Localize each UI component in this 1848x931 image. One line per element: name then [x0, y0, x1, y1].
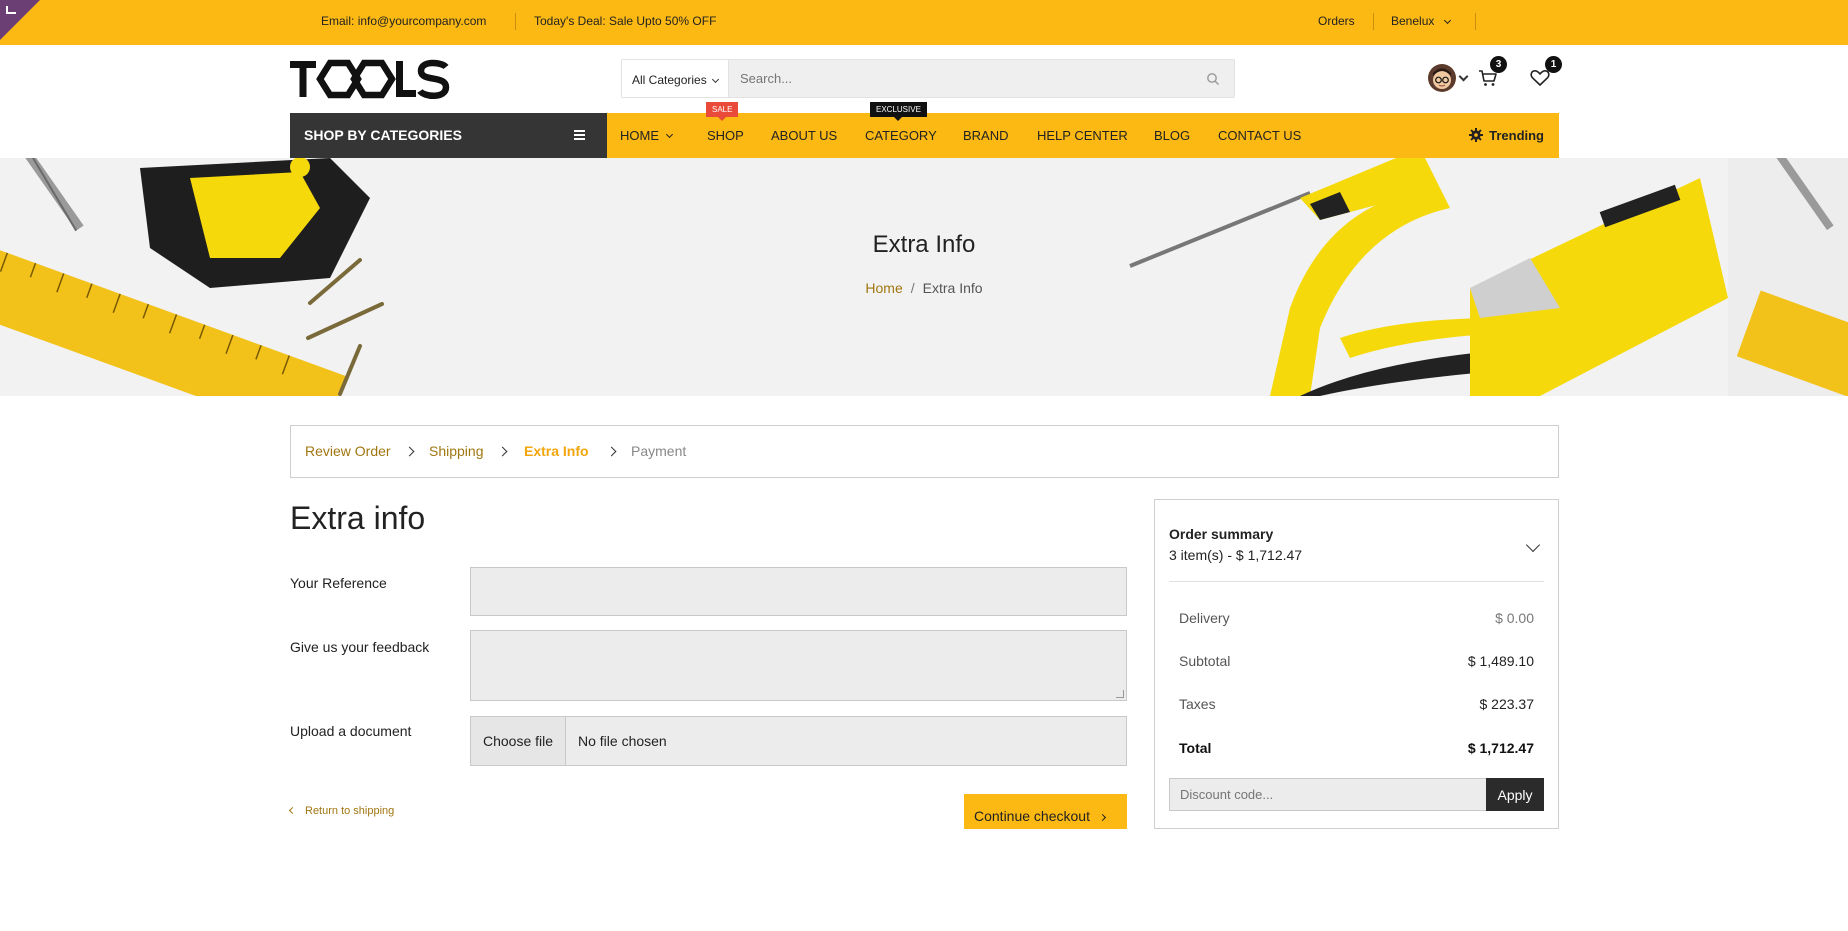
summary-row-label: Subtotal: [1179, 653, 1231, 669]
total-value: $ 1,712.47: [1467, 740, 1534, 756]
nav-item-help-center[interactable]: HELP CENTER: [1037, 128, 1128, 143]
main-nav: SHOP BY CATEGORIES HOME SHOP SALE ABOUT …: [290, 102, 1559, 158]
order-summary-title: Order summary: [1169, 526, 1274, 542]
email-value[interactable]: info@yourcompany.com: [358, 14, 487, 28]
summary-row-value: $ 0.00: [1495, 610, 1534, 626]
topbar-divider: [515, 13, 516, 30]
chevron-down-icon: [1443, 16, 1451, 25]
chevron-left-icon: [288, 806, 297, 815]
breadcrumb-home-link[interactable]: Home: [865, 280, 902, 296]
topbar-deal: Today's Deal: Sale Upto 50% OFF: [534, 14, 716, 28]
page-banner: Extra Info Home / Extra Info: [0, 158, 1848, 396]
order-items-total: 3 item(s) - $ 1,712.47: [1169, 547, 1303, 563]
step-extra-info: Extra Info: [524, 443, 589, 459]
tape-measure: [140, 158, 370, 288]
file-upload-field[interactable]: Choose file No file chosen: [470, 716, 1127, 766]
avatar[interactable]: [1428, 64, 1456, 92]
chevron-right-icon: [1098, 813, 1107, 822]
step-payment: Payment: [631, 443, 687, 459]
deal-label: Today's Deal:: [534, 14, 606, 28]
divider: [1169, 581, 1544, 582]
shop-by-categories-button[interactable]: SHOP BY CATEGORIES: [290, 113, 607, 158]
choose-file-button[interactable]: Choose file: [471, 717, 566, 765]
shop-by-categories-label: SHOP BY CATEGORIES: [304, 127, 462, 143]
nav-item-blog[interactable]: BLOG: [1154, 128, 1190, 143]
exclusive-tag: EXCLUSIVE: [870, 102, 927, 121]
avatar-face-icon: [1428, 64, 1456, 92]
reference-label: Your Reference: [290, 575, 387, 591]
discount-code-input[interactable]: [1169, 778, 1487, 811]
summary-row-value: $ 1,489.10: [1467, 653, 1534, 669]
breadcrumb-separator: /: [910, 280, 915, 296]
search-icon[interactable]: [1206, 72, 1220, 86]
nav-item-home[interactable]: HOME: [620, 128, 674, 143]
summary-row-label: Delivery: [1179, 610, 1230, 626]
topbar-email: Email: info@yourcompany.com: [321, 14, 486, 28]
wishlist-count-badge: 1: [1545, 56, 1562, 73]
nav-item-about-us[interactable]: ABOUT US: [771, 128, 837, 143]
menu-icon: [574, 130, 585, 140]
total-label: Total: [1179, 740, 1212, 756]
top-bar: Email: info@yourcompany.com Today's Deal…: [0, 0, 1848, 45]
continue-label: Continue checkout: [974, 808, 1090, 824]
nav-item-category[interactable]: CATEGORY: [865, 128, 937, 143]
summary-row-taxes: Taxes $ 223.37: [1179, 696, 1534, 712]
return-to-shipping-link[interactable]: Return to shipping: [288, 805, 395, 817]
email-label: Email:: [321, 14, 355, 28]
search-bar: All Categories: [621, 59, 1235, 98]
corner-icon: [6, 6, 16, 14]
cart-count-badge: 3: [1490, 56, 1507, 73]
gear-icon: [1469, 128, 1484, 142]
order-summary: Order summary 3 item(s) - $ 1,712.47 Del…: [1154, 499, 1559, 829]
search-input[interactable]: [740, 71, 1180, 86]
summary-row-total: Total $ 1,712.47: [1179, 740, 1534, 756]
breadcrumb-current: Extra Info: [922, 280, 983, 296]
sale-tag: SALE: [706, 102, 739, 121]
summary-row-value: $ 223.37: [1479, 696, 1535, 712]
chevron-down-icon: [665, 130, 674, 139]
summary-row-subtotal: Subtotal $ 1,489.10: [1179, 653, 1534, 669]
category-select-label: All Categories: [632, 73, 707, 87]
return-link-label: Return to shipping: [305, 805, 395, 817]
nav-item-brand[interactable]: BRAND: [963, 128, 1009, 143]
region-select[interactable]: Benelux: [1391, 14, 1451, 28]
chevron-down-icon: [711, 75, 719, 84]
nav-item-contact-us[interactable]: CONTACT US: [1218, 128, 1301, 143]
drill-bit-left: [7, 158, 84, 232]
region-label: Benelux: [1391, 14, 1435, 28]
page-title-banner: Extra Info: [872, 231, 976, 258]
nav-item-label: HOME: [620, 128, 659, 143]
file-status: No file chosen: [578, 733, 667, 749]
topbar-divider: [1475, 13, 1476, 30]
tools-banner-image: [0, 158, 1848, 396]
chevron-right-icon: [606, 446, 617, 457]
trending-label: Trending: [1489, 128, 1544, 143]
resize-handle-icon[interactable]: [1116, 690, 1124, 698]
checkout-steps: Review Order Shipping Extra Info Payment: [290, 425, 1559, 478]
chevron-right-icon: [404, 446, 415, 457]
trending-link[interactable]: Trending: [1469, 128, 1544, 143]
topbar-divider: [1373, 13, 1374, 30]
wishlist-heart-icon[interactable]: [1530, 69, 1550, 87]
deal-value: Sale Upto 50% OFF: [609, 14, 717, 28]
feedback-label: Give us your feedback: [290, 639, 430, 655]
upload-label: Upload a document: [290, 723, 412, 739]
page-title: Extra info: [290, 500, 426, 536]
feedback-textarea[interactable]: [470, 630, 1127, 701]
chevron-down-icon[interactable]: [1458, 71, 1469, 82]
nav-item-shop[interactable]: SHOP: [707, 128, 744, 143]
chevron-right-icon: [497, 446, 508, 457]
summary-row-label: Taxes: [1179, 696, 1216, 712]
chevron-down-icon[interactable]: [1525, 537, 1541, 553]
reference-input[interactable]: [470, 567, 1127, 616]
summary-row-delivery: Delivery $ 0.00: [1179, 610, 1534, 626]
apply-discount-button[interactable]: Apply: [1486, 778, 1544, 811]
continue-checkout-button[interactable]: Continue checkout: [964, 794, 1127, 829]
tools-logo[interactable]: [290, 58, 450, 100]
orders-link[interactable]: Orders: [1318, 14, 1355, 28]
breadcrumb: Home / Extra Info: [0, 280, 1848, 296]
step-review-order[interactable]: Review Order: [305, 443, 391, 459]
category-select[interactable]: All Categories: [622, 60, 729, 97]
step-shipping[interactable]: Shipping: [429, 443, 484, 459]
